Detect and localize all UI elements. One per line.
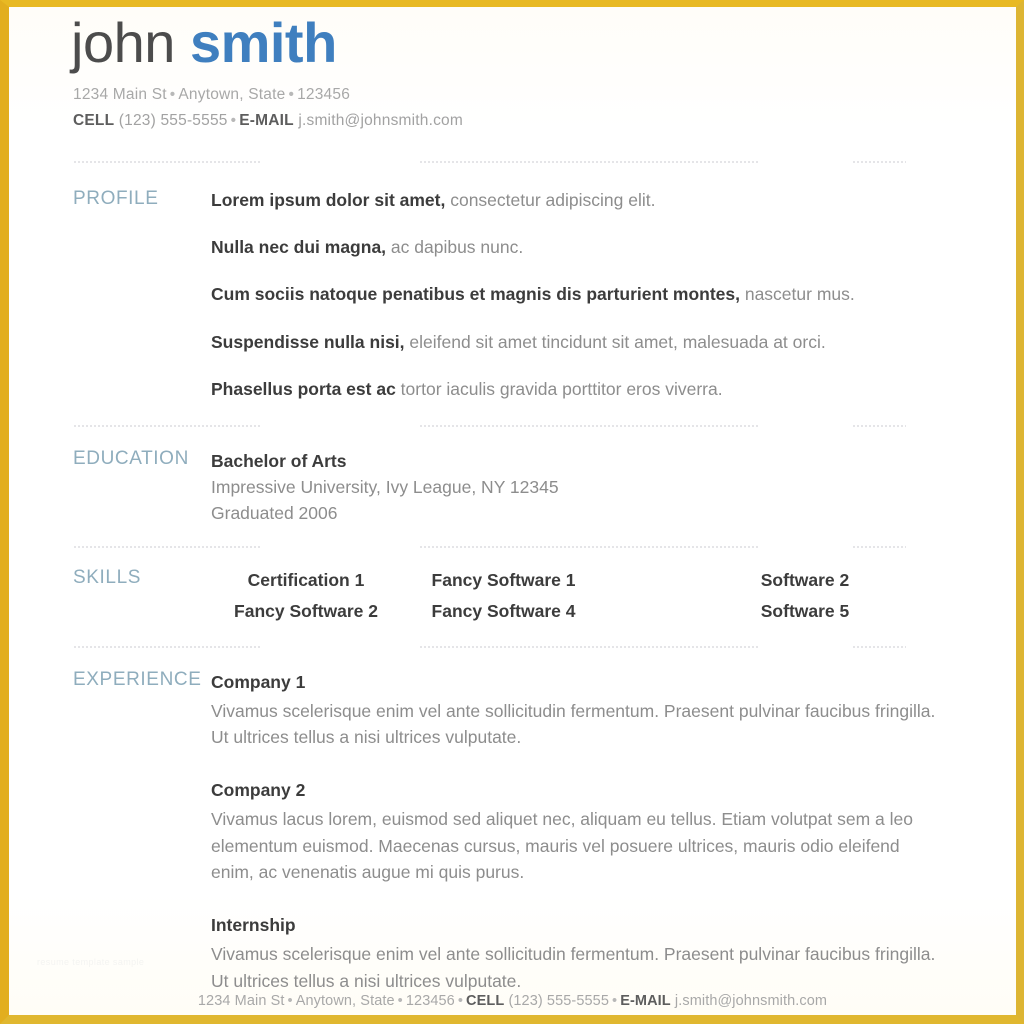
skill-item: Software 5 [760, 601, 850, 622]
profile-item-lead: Cum sociis natoque penatibus et magnis d… [211, 284, 740, 305]
profile-item: Nulla nec dui magna, ac dapibus nunc. [211, 235, 1004, 260]
profile-item-lead: Nulla nec dui magna, [211, 237, 387, 258]
bullet-separator-icon: • [397, 993, 403, 1009]
experience-title: Internship [211, 914, 296, 935]
resume-footer: 1234 Main St • Anytown, State • 123456 • CELL … [9, 993, 1016, 1009]
email-label: E-MAIL [239, 111, 294, 129]
experience-entry: Internship Vivamus scelerisque enim vel … [211, 912, 1004, 994]
education-body: Bachelor of Arts Impressive University, … [211, 448, 1004, 527]
experience-description: Vivamus scelerisque enim vel ante sollic… [211, 700, 936, 748]
profile-item-lead: Lorem ipsum dolor sit amet, [211, 189, 446, 210]
resume-header: john smith 1234 Main St • Anytown, State • 1… [59, 7, 1004, 133]
experience-entry: Company 2 Vivamus lacus lorem, euismod s… [211, 777, 1004, 886]
section-divider [59, 424, 1004, 427]
footer-cell-label: CELL [466, 993, 505, 1009]
footer-address: 1234 Main St [197, 993, 285, 1009]
bullet-separator-icon: • [457, 993, 464, 1009]
footer-cell-value: (123) 555-5555 [508, 993, 610, 1009]
profile-item-rest: nascetur mus. [739, 284, 855, 305]
section-label-education: EDUCATION [73, 447, 189, 469]
section-divider [59, 645, 1004, 648]
section-skills: SKILLS Certification 1 Fancy Software 1 … [59, 547, 1004, 645]
footer-email-label: E-MAIL [620, 993, 671, 1009]
footer-email-value: j.smith@johnsmith.com [674, 993, 828, 1009]
city-state: Anytown, State [178, 86, 286, 104]
cell-value: (123) 555-5555 [118, 111, 228, 129]
watermark-text: resume template sample [37, 957, 145, 967]
profile-item-rest: tortor iaculis gravida porttitor eros vi… [395, 379, 723, 400]
contact-address-line: 1234 Main St • Anytown, State • 123456 [73, 83, 1004, 106]
profile-item-rest: consectetur adipiscing elit. [445, 189, 656, 210]
skill-item: Fancy Software 4 [431, 601, 576, 622]
profile-item: Lorem ipsum dolor sit amet, consectetur … [211, 188, 1004, 213]
section-divider [59, 160, 1004, 163]
profile-item-rest: eleifend sit amet tincidunt sit amet, ma… [404, 331, 826, 352]
bullet-separator-icon: • [230, 111, 237, 129]
paper-sheet: john smith 1234 Main St • Anytown, State • 1… [9, 7, 1016, 1015]
section-profile: PROFILE Lorem ipsum dolor sit amet, cons… [59, 162, 1004, 425]
education-degree: Bachelor of Arts [211, 450, 347, 471]
profile-item: Phasellus porta est ac tortor iaculis gr… [211, 377, 1004, 402]
address: 1234 Main St [73, 86, 167, 104]
skill-item: Fancy Software 2 [234, 601, 378, 622]
profile-item: Cum sociis natoque penatibus et magnis d… [211, 282, 1004, 307]
skill-item: Certification 1 [247, 570, 365, 591]
cell-label: CELL [73, 111, 115, 129]
first-name: john [71, 11, 175, 74]
profile-item-lead: Phasellus porta est ac [211, 379, 396, 400]
bullet-separator-icon: • [287, 993, 293, 1009]
experience-title: Company 1 [211, 671, 306, 692]
experience-entry: Company 1 Vivamus scelerisque enim vel a… [211, 669, 1004, 751]
education-graduated: Graduated 2006 [211, 503, 338, 524]
section-divider [59, 546, 1004, 549]
skill-item: Fancy Software 1 [431, 570, 576, 591]
experience-title: Company 2 [211, 779, 306, 800]
bullet-separator-icon: • [169, 86, 176, 104]
zip-code: 123456 [297, 86, 351, 104]
contact-block: 1234 Main St • Anytown, State • 123456 CELL … [59, 83, 1004, 132]
section-label-experience: EXPERIENCE [73, 668, 202, 690]
bullet-separator-icon: • [288, 86, 295, 104]
education-institution: Impressive University, Ivy League, NY 12… [211, 476, 559, 497]
profile-item-rest: ac dapibus nunc. [386, 237, 524, 258]
skills-grid: Certification 1 Fancy Software 1 Softwar… [211, 567, 1004, 625]
section-experience: EXPERIENCE Company 1 Vivamus scelerisque… [59, 647, 1004, 995]
email-value: j.smith@johnsmith.com [298, 111, 463, 129]
footer-zip: 123456 [405, 993, 455, 1009]
resume-content: john smith 1234 Main St • Anytown, State • 1… [9, 7, 1016, 994]
experience-description: Vivamus scelerisque enim vel ante sollic… [211, 943, 936, 991]
section-label-profile: PROFILE [73, 187, 159, 209]
skill-item: Software 2 [760, 570, 850, 591]
experience-description: Vivamus lacus lorem, euismod sed aliquet… [211, 809, 913, 883]
contact-phone-email-line: CELL (123) 555-5555 • E-MAIL j.smith@johns… [73, 109, 1004, 133]
resume-page: john smith 1234 Main St • Anytown, State • 1… [0, 0, 1024, 1024]
profile-item: Suspendisse nulla nisi, eleifend sit ame… [211, 330, 1004, 355]
profile-item-lead: Suspendisse nulla nisi, [211, 331, 405, 352]
section-education: EDUCATION Bachelor of Arts Impressive Un… [59, 426, 1004, 547]
experience-body: Company 1 Vivamus scelerisque enim vel a… [211, 669, 1004, 995]
profile-body: Lorem ipsum dolor sit amet, consectetur … [211, 188, 1004, 403]
skills-body: Certification 1 Fancy Software 1 Softwar… [211, 567, 1004, 625]
candidate-name: john smith [59, 11, 1004, 74]
section-label-skills: SKILLS [73, 567, 142, 589]
bullet-separator-icon: • [612, 993, 618, 1009]
footer-city-state: Anytown, State [295, 993, 395, 1009]
last-name: smith [189, 11, 337, 74]
